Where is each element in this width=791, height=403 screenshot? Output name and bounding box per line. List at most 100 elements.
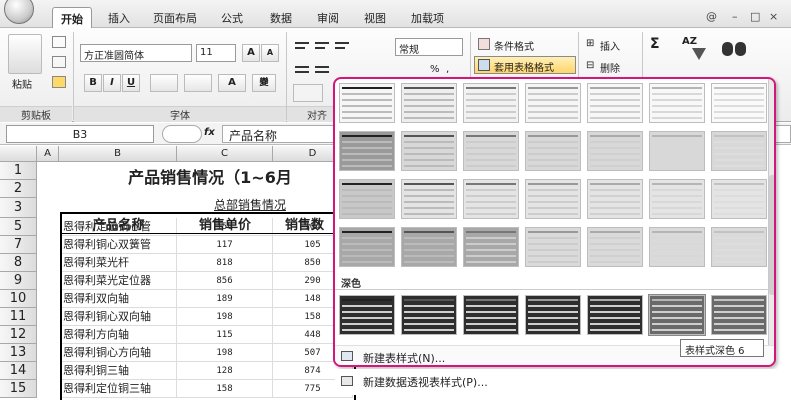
row-header[interactable]: 2: [0, 180, 37, 198]
restore-icon[interactable]: □: [750, 10, 760, 23]
name-box[interactable]: B3: [6, 125, 154, 143]
table-style-swatch[interactable]: [587, 83, 643, 123]
table-style-swatch[interactable]: [339, 227, 395, 267]
bold-button[interactable]: B: [84, 74, 102, 92]
table-style-swatch[interactable]: [711, 131, 767, 171]
select-all-corner[interactable]: [0, 146, 37, 162]
table-style-swatch[interactable]: [463, 83, 519, 123]
row-header[interactable]: 12: [0, 326, 37, 344]
format-as-table-button[interactable]: 套用表格格式: [494, 59, 554, 74]
header-unit-price[interactable]: 销售单价: [177, 214, 273, 234]
shrink-font-button[interactable]: A: [261, 44, 279, 62]
table-style-swatch[interactable]: [649, 131, 705, 171]
tab-review[interactable]: 审阅: [309, 7, 347, 28]
table-style-swatch[interactable]: [711, 227, 767, 267]
column-header-a[interactable]: A: [37, 146, 59, 162]
header-product-name[interactable]: 产品名称: [60, 214, 177, 234]
delete-cells-button[interactable]: 删除: [600, 60, 620, 75]
row-header[interactable]: 8: [0, 254, 37, 272]
row-header[interactable]: 13: [0, 344, 37, 362]
row-header[interactable]: 5: [0, 218, 37, 236]
scrollbar-thumb[interactable]: [769, 175, 774, 295]
percent-button[interactable]: %: [430, 64, 440, 75]
table-style-gallery[interactable]: 深色 ▼ 新建表样式(N)...: [333, 77, 776, 367]
table-style-swatch[interactable]: [463, 131, 519, 171]
tab-view[interactable]: 视图: [356, 7, 394, 28]
table-style-swatch[interactable]: [401, 83, 457, 123]
table-style-swatch[interactable]: [463, 227, 519, 267]
borders-button[interactable]: [150, 74, 178, 92]
table-style-swatch[interactable]: [587, 131, 643, 171]
row-header[interactable]: 9: [0, 272, 37, 290]
table-style-swatch[interactable]: [339, 179, 395, 219]
table-style-swatch[interactable]: [587, 179, 643, 219]
gallery-scrollbar[interactable]: ▼: [768, 79, 774, 361]
paste-button[interactable]: 粘贴: [12, 76, 32, 91]
column-header-c[interactable]: C: [177, 146, 273, 162]
new-pivot-style-menu-item[interactable]: 新建数据透视表样式(P)...: [335, 369, 776, 395]
table-style-swatch[interactable]: [463, 179, 519, 219]
cut-icon[interactable]: [52, 36, 66, 48]
tab-home[interactable]: 开始: [52, 7, 92, 28]
indent-button[interactable]: [293, 84, 323, 102]
table-style-swatch[interactable]: [339, 131, 395, 171]
insert-function-icon[interactable]: fx: [204, 127, 215, 138]
table-style-swatch[interactable]: [401, 179, 457, 219]
row-header[interactable]: 1: [0, 162, 37, 180]
number-format-combo[interactable]: 常规: [395, 38, 463, 56]
align-top-buttons[interactable]: [293, 38, 357, 56]
table-style-swatch[interactable]: [339, 83, 395, 123]
row-header[interactable]: 14: [0, 362, 37, 380]
table-style-swatch[interactable]: [525, 131, 581, 171]
row-header[interactable]: 11: [0, 308, 37, 326]
comma-button[interactable]: ,: [446, 64, 449, 75]
autosum-button[interactable]: Σ: [650, 36, 660, 52]
table-style-swatch[interactable]: [525, 83, 581, 123]
row-header[interactable]: 15: [0, 380, 37, 398]
find-select-button[interactable]: [720, 36, 750, 66]
table-style-swatch[interactable]: [525, 295, 581, 335]
font-color-button[interactable]: A: [218, 74, 246, 92]
table-style-swatch[interactable]: [401, 227, 457, 267]
table-style-swatch[interactable]: [711, 295, 767, 335]
table-style-swatch[interactable]: [463, 295, 519, 335]
row-header[interactable]: 7: [0, 236, 37, 254]
insert-cells-button[interactable]: 插入: [600, 38, 620, 53]
tab-insert[interactable]: 插入: [100, 7, 138, 28]
row-header[interactable]: 3: [0, 198, 37, 218]
table-style-swatch[interactable]: [401, 295, 457, 335]
tab-formulas[interactable]: 公式: [213, 7, 251, 28]
minimize-icon[interactable]: –: [732, 10, 738, 23]
table-style-swatch[interactable]: [587, 227, 643, 267]
italic-button[interactable]: I: [103, 74, 121, 92]
column-header-b[interactable]: B: [59, 146, 177, 162]
table-style-swatch[interactable]: [587, 295, 643, 335]
tab-addins[interactable]: 加载项: [403, 7, 452, 28]
table-style-swatch[interactable]: [339, 295, 395, 335]
row-header[interactable]: 10: [0, 290, 37, 308]
table-style-swatch[interactable]: [649, 179, 705, 219]
conditional-format-button[interactable]: 条件格式: [494, 38, 534, 53]
tab-page-layout[interactable]: 页面布局: [145, 7, 205, 28]
table-style-swatch[interactable]: [711, 83, 767, 123]
paste-icon[interactable]: [8, 34, 42, 74]
sort-filter-button[interactable]: AZ: [680, 36, 710, 66]
table-style-swatch[interactable]: [525, 227, 581, 267]
phonetic-button[interactable]: 變: [252, 74, 276, 92]
close-icon[interactable]: ×: [769, 10, 778, 23]
grow-font-button[interactable]: A: [242, 44, 260, 62]
office-button[interactable]: [4, 0, 34, 24]
copy-icon[interactable]: [52, 56, 66, 68]
table-style-swatch[interactable]: [401, 131, 457, 171]
table-style-swatch[interactable]: [648, 294, 706, 336]
table-style-swatch[interactable]: [649, 83, 705, 123]
formula-bar-controls[interactable]: [162, 125, 202, 143]
table-style-swatch[interactable]: [525, 179, 581, 219]
font-size-combo[interactable]: 11: [196, 44, 236, 62]
tab-data[interactable]: 数据: [262, 7, 300, 28]
table-style-swatch[interactable]: [711, 179, 767, 219]
font-name-combo[interactable]: 方正准圆简体: [80, 44, 192, 62]
fill-color-button[interactable]: [184, 74, 212, 92]
format-painter-icon[interactable]: [52, 76, 66, 88]
table-style-swatch[interactable]: [649, 227, 705, 267]
